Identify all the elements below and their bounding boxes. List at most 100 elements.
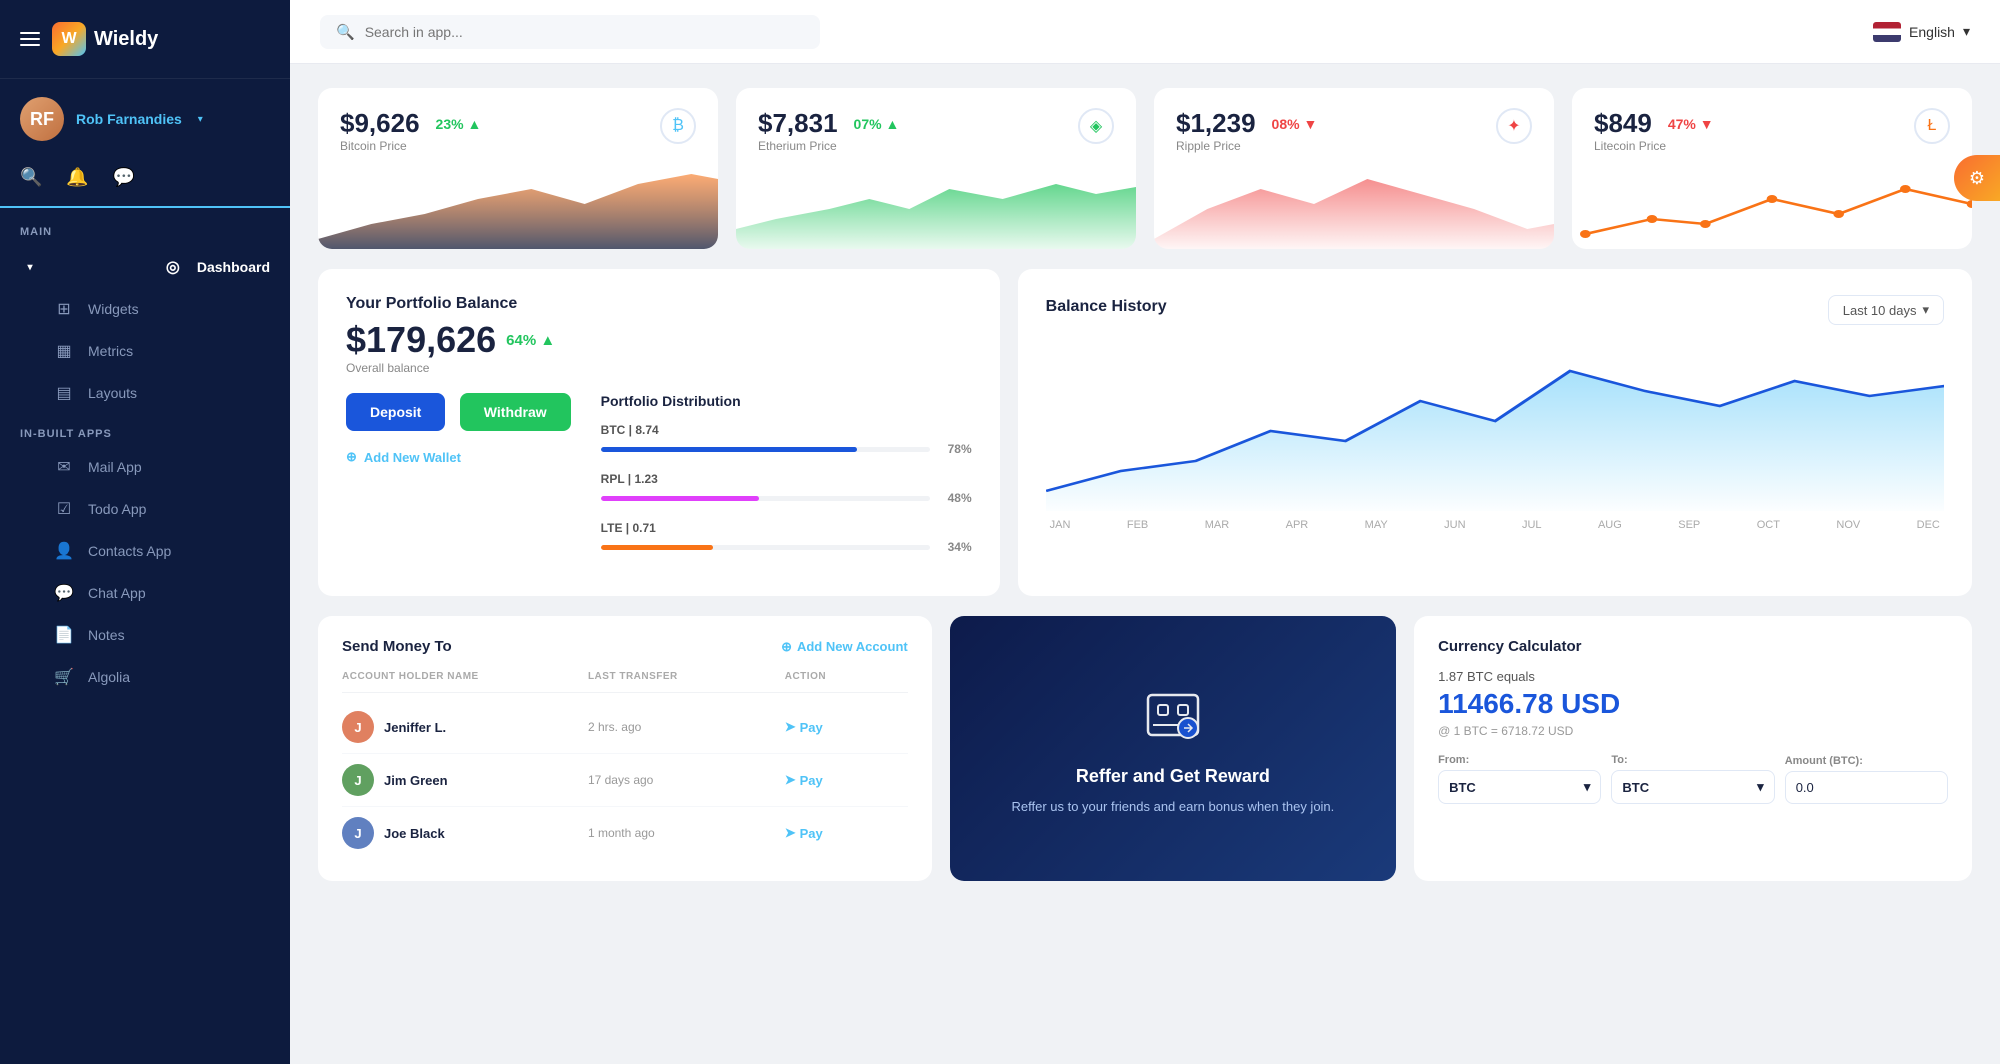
sidebar-item-chat[interactable]: 💬 Chat App [0,572,290,614]
balance-history-card: Balance History Last 10 days ▾ [1018,269,1972,596]
sidebar-item-algolia[interactable]: 🛒 Algolia [0,656,290,698]
bell-icon[interactable]: 🔔 [66,167,88,188]
ripple-chart [1154,169,1554,249]
bitcoin-change: 23% ▲ [436,116,482,132]
sidebar: W Wieldy RF Rob Farnandies ▾ 🔍 🔔 💬 Main … [0,0,290,1064]
withdraw-button[interactable]: Withdraw [460,393,571,431]
refer-description: Reffer us to your friends and earn bonus… [1011,797,1334,817]
btc-label: 1.87 BTC equals [1438,669,1948,684]
sidebar-action-icons: 🔍 🔔 💬 [0,159,290,208]
to-selector[interactable]: BTC ▾ [1611,770,1774,804]
calculator-inputs: From: BTC ▾ To: BTC ▾ Am [1438,754,1948,804]
send-money-card: Send Money To ⊕ Add New Account ACCOUNT … [318,616,932,881]
sidebar-item-label-chat: Chat App [88,585,146,601]
sidebar-item-label-notes: Notes [88,627,125,643]
ethereum-card: $7,831 07% ▲ Etherium Price ◈ [736,88,1136,249]
dist-btc: BTC | 8.74 78% [601,423,972,456]
pay-button-0[interactable]: ➤ Pay [785,719,908,735]
period-selector[interactable]: Last 10 days ▾ [1828,295,1944,325]
ethereum-price: $7,831 [758,108,838,139]
refer-card: Reffer and Get Reward Reffer us to your … [950,616,1396,881]
chat-icon[interactable]: 💬 [113,167,135,188]
calculator-title: Currency Calculator [1438,638,1948,655]
litecoin-card: $849 47% ▼ Litecoin Price Ł [1572,88,1972,249]
deposit-button[interactable]: Deposit [346,393,445,431]
hamburger-icon[interactable] [20,32,40,46]
ethereum-chart [736,169,1136,249]
avatar: J [342,711,374,743]
from-selector[interactable]: BTC ▾ [1438,770,1601,804]
sidebar-item-label-mail: Mail App [88,459,142,475]
exchange-rate: @ 1 BTC = 6718.72 USD [1438,724,1948,738]
refer-icon [1138,680,1208,750]
language-selector[interactable]: English ▾ [1873,22,1970,42]
ethereum-label: Etherium Price [758,139,899,153]
notes-icon: 📄 [54,625,74,645]
sidebar-item-label-layouts: Layouts [88,385,137,401]
contacts-icon: 👤 [54,541,74,561]
ripple-icon: ✦ [1496,108,1532,144]
table-row: J Jim Green 17 days ago ➤ Pay [342,754,908,807]
portfolio-change: 64% ▲ [506,332,555,349]
litecoin-label: Litecoin Price [1594,139,1714,153]
sidebar-item-label-todo: Todo App [88,501,146,517]
topbar-right: English ▾ [1873,22,1970,42]
from-field: From: BTC ▾ [1438,754,1601,804]
avatar: J [342,817,374,849]
to-label: To: [1611,754,1774,766]
portfolio-amount: $179,626 64% ▲ [346,319,972,361]
dist-lte: LTE | 0.71 34% [601,521,972,554]
chevron-icon: ▾ [1584,779,1591,795]
pay-button-2[interactable]: ➤ Pay [785,825,908,841]
currency-calculator-card: Currency Calculator 1.87 BTC equals 1146… [1414,616,1972,881]
bitcoin-price: $9,626 [340,108,420,139]
caret-down-icon: ▾ [1922,302,1929,318]
sidebar-item-label-contacts: Contacts App [88,543,171,559]
sidebar-item-notes[interactable]: 📄 Notes [0,614,290,656]
add-wallet-button[interactable]: ⊕ Add New Wallet [346,449,571,465]
topbar: 🔍 English ▾ [290,0,2000,64]
table-row: J Jeniffer L. 2 hrs. ago ➤ Pay [342,701,908,754]
bitcoin-card: $9,626 23% ▲ Bitcoin Price ₿ [318,88,718,249]
sidebar-item-mail[interactable]: ✉ Mail App [0,446,290,488]
distribution-section: Portfolio Distribution BTC | 8.74 78% RP… [601,393,972,570]
sidebar-item-widgets[interactable]: ⊞ Widgets [0,288,290,330]
logo-icon: W [52,22,86,56]
sidebar-header: W Wieldy [0,0,290,79]
distribution-title: Portfolio Distribution [601,393,972,409]
add-account-button[interactable]: ⊕ Add New Account [781,639,908,655]
ripple-price: $1,239 [1176,108,1256,139]
mail-icon: ✉ [54,457,74,477]
search-wrap[interactable]: 🔍 [320,15,820,49]
pay-button-1[interactable]: ➤ Pay [785,772,908,788]
portfolio-row: Your Portfolio Balance $179,626 64% ▲ Ov… [318,269,1972,596]
table-header: ACCOUNT HOLDER NAME LAST TRANSFER ACTION [342,671,908,693]
user-caret-icon[interactable]: ▾ [198,114,203,125]
table-row: J Joe Black 1 month ago ➤ Pay [342,807,908,859]
search-input[interactable] [365,24,804,40]
widgets-icon: ⊞ [54,299,74,319]
usd-value: 11466.78 USD [1438,688,1948,720]
inbuilt-apps-label: In-built Apps [0,414,290,446]
settings-fab[interactable]: ⚙ [1954,155,2000,201]
litecoin-icon: Ł [1914,108,1950,144]
chat-app-icon: 💬 [54,583,74,603]
todo-icon: ☑ [54,499,74,519]
language-label: English [1909,24,1955,40]
sidebar-item-layouts[interactable]: ▤ Layouts [0,372,290,414]
sidebar-item-todo[interactable]: ☑ Todo App [0,488,290,530]
lang-caret-icon: ▾ [1963,23,1970,40]
search-icon[interactable]: 🔍 [20,167,42,188]
crypto-cards-row: $9,626 23% ▲ Bitcoin Price ₿ [318,88,1972,249]
portfolio-title: Your Portfolio Balance [346,295,972,313]
amount-input[interactable] [1785,771,1948,804]
chevron-icon: ▾ [1757,779,1764,795]
ripple-change: 08% ▼ [1272,116,1318,132]
amount-label: Amount (BTC): [1785,755,1948,767]
sidebar-item-label-widgets: Widgets [88,301,139,317]
user-name[interactable]: Rob Farnandies [76,111,182,127]
sidebar-item-contacts[interactable]: 👤 Contacts App [0,530,290,572]
refer-title: Reffer and Get Reward [1076,766,1270,787]
sidebar-item-dashboard[interactable]: ▾ ◎ Dashboard [0,246,290,288]
sidebar-item-metrics[interactable]: ▦ Metrics [0,330,290,372]
